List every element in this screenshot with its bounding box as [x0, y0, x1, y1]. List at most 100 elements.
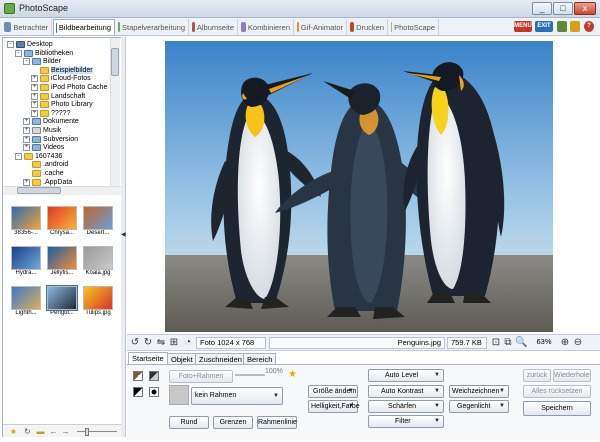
rund-button[interactable]: Rund	[169, 416, 209, 429]
menu-button[interactable]: MENU	[514, 21, 532, 32]
opacity-slider[interactable]	[235, 374, 265, 376]
back-arrow-icon[interactable]: ←	[49, 427, 58, 436]
save-button[interactable]: Speichern	[523, 401, 591, 416]
penguins-photo[interactable]	[165, 41, 553, 332]
thumbnail-caption: Hydra...	[15, 270, 37, 276]
expand-icon[interactable]: +	[23, 135, 30, 143]
frame-black-icon[interactable]	[133, 387, 143, 397]
tab-betrachter[interactable]: Betrachter	[2, 19, 52, 35]
grenzen-button[interactable]: Grenzen	[213, 416, 253, 429]
folder-icon	[32, 135, 41, 143]
tree-item-label: Photo Library	[51, 101, 93, 109]
minimize-button[interactable]: _	[532, 2, 552, 15]
rotate-right-icon[interactable]: ↻	[142, 337, 154, 349]
rotate-left-icon[interactable]: ↺	[129, 337, 141, 349]
expand-icon[interactable]: +	[31, 75, 38, 83]
thumbnail[interactable]: Pengui...	[45, 284, 79, 326]
flip-icon[interactable]: ⇋	[155, 337, 167, 349]
schaerfen-button[interactable]: Schärfen ▼	[368, 400, 444, 413]
expand-icon	[23, 161, 30, 168]
auto-kontrast-label: Auto Kontrast	[381, 388, 424, 395]
auto-kontrast-button[interactable]: Auto Kontrast ▼	[368, 385, 444, 398]
crop-icon[interactable]: ⊞	[168, 337, 180, 349]
thumbnail[interactable]: 38356-...	[9, 204, 43, 246]
tab-stapelverarbeitung[interactable]: Stapelverarbeitung	[116, 19, 189, 35]
help-icon[interactable]: ?	[584, 21, 594, 32]
folder-icon[interactable]	[570, 21, 580, 32]
folder-icon	[40, 84, 49, 91]
favorite-star-icon[interactable]: ★	[9, 427, 18, 436]
redo-button[interactable]: Wiederholen	[553, 369, 591, 382]
undo-button[interactable]: zurück	[523, 369, 551, 382]
maximize-button[interactable]: □	[553, 2, 573, 15]
thumbnail[interactable]: Tulips.jpg	[81, 284, 115, 326]
collapse-icon[interactable]: -	[7, 41, 14, 48]
collapse-icon[interactable]: -	[23, 58, 30, 66]
crop-view-icon[interactable]: ⊡	[490, 337, 502, 349]
folder-icon	[40, 92, 49, 100]
folder-tree[interactable]: - Desktop - Bibliotheken - Bilder Beispielbild…	[3, 38, 121, 193]
thumbnail-image	[83, 206, 113, 230]
expand-icon[interactable]: +	[31, 92, 38, 100]
folder-open-icon[interactable]: ▬	[36, 427, 45, 436]
gegenlicht-button[interactable]: Gegenlicht ▼	[449, 400, 509, 413]
frame-round-icon[interactable]	[149, 387, 159, 397]
expand-icon[interactable]: +	[31, 101, 38, 109]
settings-icon[interactable]	[557, 21, 567, 32]
chevron-down-icon: ▼	[348, 403, 354, 409]
thumbnail[interactable]: Desert...	[81, 204, 115, 246]
favorite-frame-star-icon[interactable]: ★	[288, 369, 297, 380]
tree-item-label: Videos	[43, 144, 65, 152]
weichzeichnen-button[interactable]: Weichzeichnen ▼	[449, 385, 509, 398]
tab-photoscape[interactable]: PhotoScape	[389, 19, 439, 35]
thumbnail[interactable]: Lighth...	[9, 284, 43, 326]
expand-icon[interactable]: +	[23, 118, 30, 126]
folder-icon	[16, 41, 25, 48]
expand-icon[interactable]: +	[31, 109, 38, 117]
chevron-down-icon: ▼	[348, 388, 354, 394]
foto-rahmen-button[interactable]: Foto+Rahmen	[169, 370, 233, 383]
close-button[interactable]: x	[574, 2, 596, 15]
expand-icon[interactable]: +	[31, 84, 38, 91]
refresh-icon[interactable]: ↻	[23, 427, 32, 436]
zoom-fit-icon[interactable]: 🔍	[515, 337, 527, 349]
tree-scroll-thumb[interactable]	[111, 48, 119, 76]
tab-drucken[interactable]: Drucken	[348, 19, 388, 35]
thumbnail[interactable]: Koala.jpg	[81, 244, 115, 286]
exit-button[interactable]: EXIT	[535, 21, 553, 32]
groesse-aendern-button[interactable]: Größe ändern ▼	[308, 385, 358, 398]
frame-style-icon[interactable]	[133, 371, 143, 381]
frame-shadow-icon[interactable]	[149, 371, 159, 381]
slider-handle[interactable]	[85, 428, 89, 436]
rahmenlinie-button[interactable]: Rahmenlinie	[257, 416, 297, 429]
tab-albumseite[interactable]: Albumseite	[190, 19, 238, 35]
tab-bildbearbeitung[interactable]: Bildbearbeitung	[53, 19, 115, 35]
helligkeit-farbe-button[interactable]: Helligkeit,Farbe ▼	[308, 400, 360, 413]
thumbnail[interactable]: Jellyfis...	[45, 244, 79, 286]
fullscreen-icon[interactable]: ◔	[182, 337, 194, 349]
thumbnail[interactable]: Chrysa...	[45, 204, 79, 246]
zoom-in-icon[interactable]: ⊕	[559, 337, 571, 349]
expand-icon[interactable]: +	[23, 178, 30, 186]
tree-hscroll-thumb[interactable]	[17, 187, 61, 194]
thumbnail-grid: 38356-... Chrysa... Desert... Hydra... Jelly…	[3, 198, 121, 423]
thumbnail-caption: Koala.jpg	[85, 270, 111, 276]
collapse-icon[interactable]: -	[15, 152, 22, 160]
editor-panel: Foto+Rahmen 100% ★ kein Rahmen ▼ Rund Gr…	[127, 364, 600, 440]
fit-window-icon[interactable]: ⧉	[502, 337, 514, 349]
forward-arrow-icon[interactable]: →	[61, 427, 70, 436]
thumbnail[interactable]: Hydra...	[9, 244, 43, 286]
auto-level-button[interactable]: Auto Level ▼	[368, 369, 444, 382]
filter-button[interactable]: Filter ▼	[368, 415, 444, 428]
zoom-out-icon[interactable]: ⊖	[572, 337, 584, 349]
folder-icon	[32, 58, 41, 66]
tab-kombinieren[interactable]: Kombinieren	[239, 19, 294, 35]
frame-dropdown[interactable]: kein Rahmen ▼	[191, 387, 283, 405]
thumbnail-size-slider[interactable]	[77, 431, 117, 432]
collapse-arrow-icon[interactable]: ◀	[121, 230, 126, 240]
tab-gif-animator[interactable]: Gif-Animator	[295, 19, 347, 35]
expand-icon[interactable]: +	[23, 127, 30, 134]
expand-icon[interactable]: +	[23, 144, 30, 152]
collapse-icon[interactable]: -	[15, 49, 22, 57]
reset-all-button[interactable]: Alles rücksetzen	[523, 385, 591, 398]
